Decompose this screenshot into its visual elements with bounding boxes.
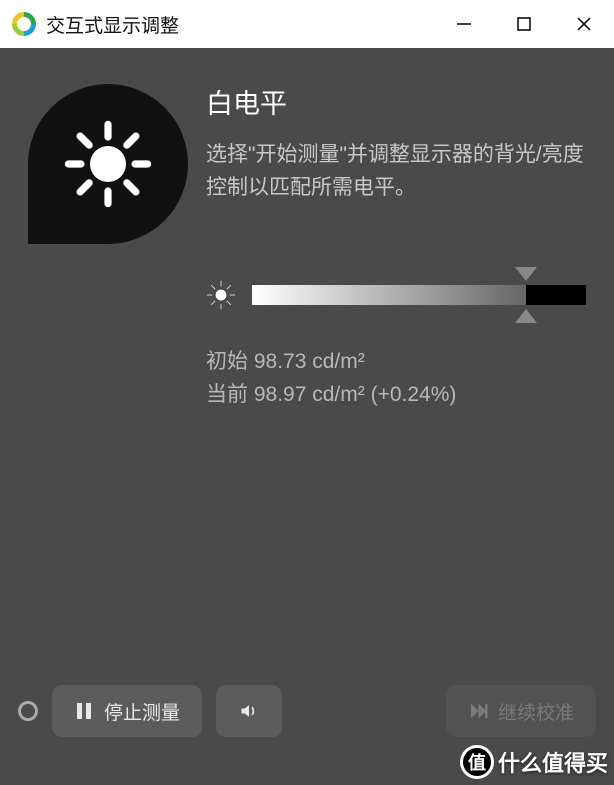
title-bar: 交互式显示调整	[0, 0, 614, 48]
initial-label: 初始	[206, 346, 248, 379]
sound-toggle-button[interactable]	[216, 685, 282, 737]
slider-target-marker-icon	[515, 267, 537, 281]
sun-icon	[63, 119, 153, 209]
current-value: 98.97 cd/m²	[254, 383, 365, 406]
watermark-badge: 值	[460, 745, 494, 779]
watermark: 值 什么值得买	[460, 745, 608, 779]
stop-measure-label: 停止测量	[104, 698, 180, 725]
brightness-slider[interactable]	[206, 280, 586, 310]
current-reading: 当前 98.97 cd/m² (+0.24%)	[206, 379, 586, 412]
slider-current-marker-icon[interactable]	[515, 309, 537, 323]
minimize-button[interactable]	[434, 0, 494, 48]
window-controls	[434, 0, 614, 48]
skip-forward-icon	[468, 701, 488, 721]
app-icon	[12, 12, 36, 36]
readings-block: 初始 98.73 cd/m² 当前 98.97 cd/m² (+0.24%)	[206, 346, 586, 411]
close-button[interactable]	[554, 0, 614, 48]
window-title: 交互式显示调整	[46, 11, 434, 38]
watermark-text: 什么值得买	[498, 746, 608, 778]
initial-reading: 初始 98.73 cd/m²	[206, 346, 586, 379]
delta-value: (+0.24%)	[371, 383, 457, 406]
pause-icon	[74, 701, 94, 721]
status-indicator-icon	[18, 701, 38, 721]
bottom-toolbar: 停止测量 继续校准	[0, 685, 614, 737]
content-area: 白电平 选择"开始测量"并调整显示器的背光/亮度控制以匹配所需电平。 初始 98…	[0, 48, 614, 785]
panel-heading: 白电平	[206, 82, 586, 121]
stop-measure-button[interactable]: 停止测量	[52, 685, 202, 737]
sun-small-icon	[206, 280, 236, 310]
slider-track[interactable]	[252, 285, 586, 305]
maximize-button[interactable]	[494, 0, 554, 48]
speaker-icon	[239, 701, 259, 721]
panel-description: 选择"开始测量"并调整显示器的背光/亮度控制以匹配所需电平。	[206, 139, 586, 204]
continue-calibration-label: 继续校准	[498, 698, 574, 725]
brightness-badge-icon	[28, 84, 188, 244]
current-label: 当前	[206, 379, 248, 412]
initial-value: 98.73 cd/m²	[254, 350, 365, 373]
continue-calibration-button[interactable]: 继续校准	[446, 685, 596, 737]
